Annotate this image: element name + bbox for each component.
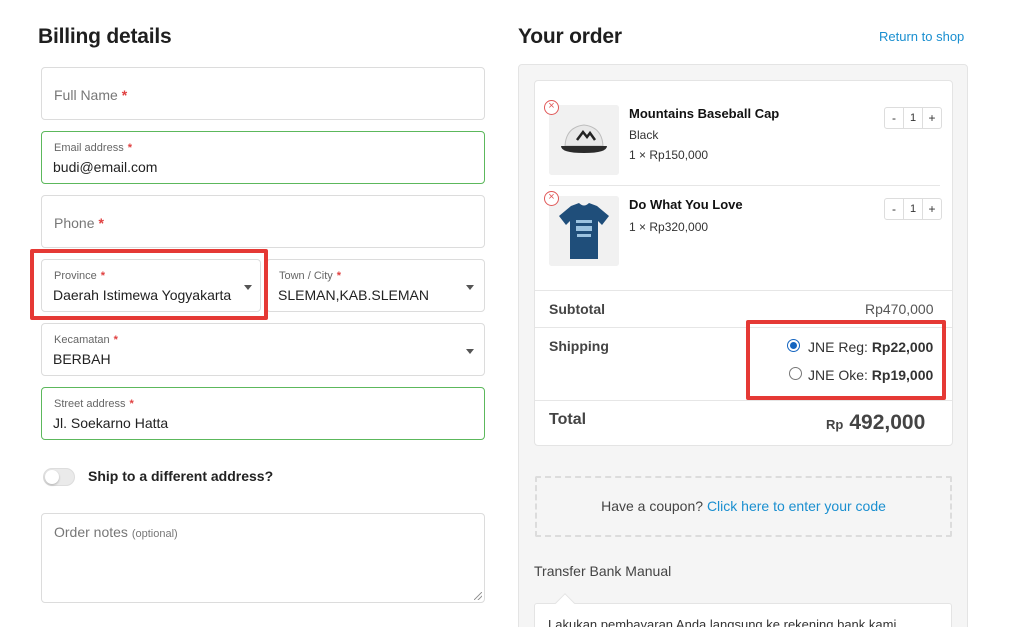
billing-title: Billing details: [38, 25, 172, 48]
phone-placeholder: Phone: [54, 215, 95, 231]
required-marker: *: [127, 142, 132, 154]
shipping-radio-jne-oke[interactable]: [789, 367, 802, 380]
divider: [535, 290, 952, 291]
shipping-radio-jne-reg[interactable]: [787, 339, 800, 352]
required-marker: *: [336, 270, 342, 282]
quantity-stepper: - 1 +: [884, 198, 942, 220]
payment-description-text: Lakukan pembayaran Anda langsung ke reke…: [548, 617, 900, 627]
street-address-field[interactable]: Street address * Jl. Soekarno Hatta: [41, 387, 485, 440]
province-select[interactable]: Province * Daerah Istimewa Yogyakarta: [41, 259, 261, 312]
subtotal-label: Subtotal: [549, 301, 605, 317]
resize-handle[interactable]: [474, 592, 482, 600]
order-notes-field[interactable]: Order notes (optional): [41, 513, 485, 603]
toggle-knob: [45, 470, 59, 484]
item-name: Do What You Love: [629, 197, 743, 212]
chevron-down-icon: [466, 285, 474, 290]
town-city-select[interactable]: Town / City * SLEMAN,KAB.SLEMAN: [266, 259, 485, 312]
return-to-shop-link[interactable]: Return to shop: [879, 29, 964, 44]
required-marker: *: [129, 398, 134, 410]
order-notes-placeholder: Order notes: [54, 524, 128, 540]
total-amount: 492,000: [849, 411, 926, 434]
divider: [535, 400, 952, 401]
optional-tag: (optional): [131, 528, 178, 540]
province-label: Province: [54, 270, 97, 282]
total-value: Rp 492,000: [826, 411, 925, 435]
kecamatan-label: Kecamatan: [54, 334, 110, 346]
phone-field[interactable]: Phone *: [41, 195, 485, 248]
email-field[interactable]: Email address * budi@email.com: [41, 131, 485, 184]
shipping-option-price: Rp22,000: [871, 339, 934, 355]
cap-image: [549, 105, 619, 175]
ship-different-toggle[interactable]: [43, 468, 75, 486]
total-currency: Rp: [826, 417, 844, 432]
ship-different-label[interactable]: Ship to a different address?: [88, 468, 273, 484]
shipping-option-jne-oke[interactable]: JNE Oke: Rp19,000: [808, 367, 933, 383]
province-value: Daerah Istimewa Yogyakarta: [53, 287, 232, 303]
qty-decrease-button[interactable]: -: [885, 108, 903, 128]
kecamatan-value: BERBAH: [53, 351, 111, 367]
required-marker: *: [100, 270, 106, 282]
qty-value[interactable]: 1: [903, 199, 923, 219]
tshirt-image: [549, 196, 619, 266]
required-marker: *: [113, 334, 118, 346]
coupon-box: Have a coupon? Click here to enter your …: [535, 476, 952, 537]
town-city-label: Town / City: [279, 270, 333, 282]
qty-decrease-button[interactable]: -: [885, 199, 903, 219]
total-label: Total: [549, 411, 587, 428]
chevron-down-icon: [466, 349, 474, 354]
shipping-option-name: JNE Reg:: [808, 339, 872, 355]
shipping-option-name: JNE Oke:: [808, 367, 872, 383]
remove-item-icon[interactable]: ×: [544, 100, 559, 115]
divider: [535, 327, 952, 328]
qty-increase-button[interactable]: +: [923, 199, 941, 219]
product-image-cap: [549, 105, 619, 175]
coupon-text: Have a coupon?: [601, 498, 707, 514]
required-marker: *: [121, 87, 128, 103]
item-price: 1 × Rp320,000: [629, 220, 709, 234]
required-marker: *: [98, 215, 104, 231]
street-address-label: Street address: [54, 398, 126, 410]
full-name-placeholder: Full Name: [54, 87, 118, 103]
quantity-stepper: - 1 +: [884, 107, 942, 129]
divider: [549, 185, 940, 186]
email-label: Email address: [54, 142, 124, 154]
full-name-field[interactable]: Full Name *: [41, 67, 485, 120]
order-title: Your order: [518, 25, 622, 48]
qty-value[interactable]: 1: [903, 108, 923, 128]
coupon-link[interactable]: Click here to enter your code: [707, 498, 886, 514]
subtotal-value: Rp470,000: [865, 301, 934, 317]
kecamatan-select[interactable]: Kecamatan * BERBAH: [41, 323, 485, 376]
email-value: budi@email.com: [53, 159, 158, 175]
remove-item-icon[interactable]: ×: [544, 191, 559, 206]
payment-method-label[interactable]: Transfer Bank Manual: [534, 563, 671, 579]
item-variant: Black: [629, 128, 659, 142]
chevron-down-icon: [244, 285, 252, 290]
product-image-tshirt: [549, 196, 619, 266]
town-city-value: SLEMAN,KAB.SLEMAN: [278, 287, 429, 303]
shipping-option-jne-reg[interactable]: JNE Reg: Rp22,000: [808, 339, 933, 355]
qty-increase-button[interactable]: +: [923, 108, 941, 128]
street-address-value: Jl. Soekarno Hatta: [53, 415, 169, 431]
shipping-option-price: Rp19,000: [871, 367, 934, 383]
item-price: 1 × Rp150,000: [629, 148, 709, 162]
shipping-label: Shipping: [549, 338, 609, 354]
item-name: Mountains Baseball Cap: [629, 106, 780, 121]
